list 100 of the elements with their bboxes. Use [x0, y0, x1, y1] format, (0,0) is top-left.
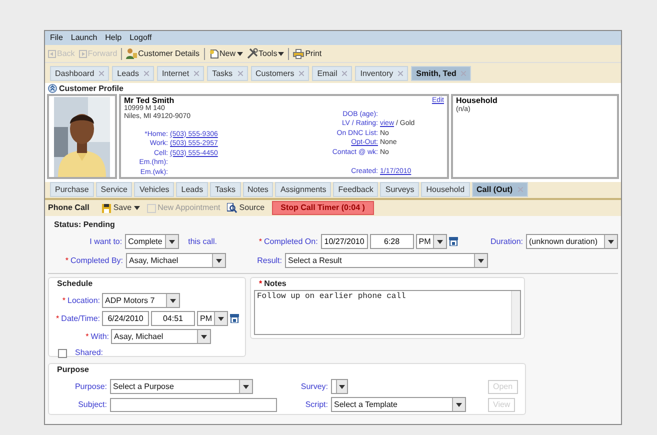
close-icon[interactable]	[144, 71, 149, 76]
printer-icon	[293, 48, 304, 58]
calendar-icon	[146, 204, 156, 212]
field-label: * Completed By:	[64, 254, 123, 266]
subject-field[interactable]	[110, 398, 277, 412]
field-label: Subject:	[77, 398, 107, 410]
date-field[interactable]: 6/24/2010	[102, 311, 149, 326]
time-field[interactable]: 04:51	[151, 311, 195, 326]
close-icon[interactable]	[238, 71, 243, 76]
menu-item[interactable]: Logoff	[130, 32, 152, 44]
dropdown[interactable]: Asay, Michael	[126, 253, 226, 268]
caret-icon	[218, 316, 224, 320]
caret-icon	[436, 240, 443, 244]
field-suffix: this call.	[188, 236, 218, 248]
tab[interactable]: Tasks	[210, 182, 241, 197]
menu-button[interactable]: New	[208, 48, 243, 60]
caret-icon	[170, 298, 176, 302]
tab[interactable]: Notes	[242, 182, 274, 197]
toolbar-button[interactable]: Customer Details	[126, 48, 200, 60]
caret-icon	[243, 384, 249, 388]
dropdown[interactable]: Select a Template	[331, 397, 466, 412]
section-title: Customer Profile	[59, 82, 124, 94]
caret-icon	[134, 206, 140, 210]
field-label: Shared:	[75, 347, 104, 359]
document-icon	[208, 48, 218, 58]
tab[interactable]: Call (Out)	[472, 182, 528, 197]
magnifier-icon	[227, 203, 238, 213]
dropdown[interactable]: (unknown duration)	[526, 234, 618, 249]
household-title: Household	[456, 96, 498, 105]
dropdown[interactable]: Select a Purpose	[110, 379, 253, 394]
tools-icon	[246, 48, 258, 59]
tab[interactable]: Dashboard	[50, 66, 110, 81]
field-label: * Location:	[61, 294, 100, 306]
tab[interactable]: Internet	[156, 66, 204, 81]
field-label: Survey:	[300, 380, 328, 392]
tab[interactable]: Customers	[250, 66, 310, 81]
close-icon[interactable]	[461, 71, 466, 76]
scrollbar[interactable]	[511, 291, 520, 334]
field-label: I want to:	[88, 236, 122, 248]
menu-item[interactable]: File	[50, 32, 63, 44]
calendar-icon[interactable]	[230, 314, 239, 323]
tab[interactable]: Tasks	[207, 66, 248, 81]
tab[interactable]: Inventory	[355, 66, 408, 81]
status-title: Status: Pending	[54, 219, 116, 231]
close-icon[interactable]	[99, 71, 104, 76]
close-icon[interactable]	[398, 71, 404, 76]
caret-icon	[169, 240, 176, 244]
tab[interactable]: Feedback	[333, 182, 378, 197]
dropdown[interactable]: Select a Result	[285, 253, 488, 268]
collapse-icon[interactable]	[48, 84, 57, 93]
tab[interactable]: Surveys	[380, 182, 420, 197]
toolbar-button[interactable]: Print	[293, 48, 322, 60]
close-icon[interactable]	[299, 71, 304, 76]
ampm-dropdown[interactable]: PM	[416, 234, 447, 249]
group-title: Schedule	[57, 278, 94, 290]
customer-name: Mr Ted Smith	[124, 96, 176, 105]
menu-item[interactable]: Help	[105, 32, 122, 44]
tab[interactable]: Email	[312, 66, 352, 81]
dropdown[interactable]: ADP Motors 7	[102, 293, 180, 308]
tab[interactable]: Assignments	[275, 182, 332, 197]
field-label: Result:	[256, 254, 282, 266]
caret-icon	[456, 402, 462, 406]
tab[interactable]: Purchase	[50, 182, 94, 197]
field-label: * With:	[84, 330, 109, 342]
notes-field[interactable]: Follow up on earlier phone call	[254, 290, 521, 335]
person-icon	[126, 48, 138, 59]
group-title: Purpose	[57, 364, 90, 376]
dropdown[interactable]: Complete	[125, 234, 180, 249]
menu-button[interactable]: Tools	[246, 48, 284, 60]
tab[interactable]: Smith, Ted	[411, 66, 472, 81]
caret-icon	[216, 258, 222, 262]
time-field[interactable]: 6:28	[370, 234, 414, 249]
tab[interactable]: Leads	[112, 66, 154, 81]
field-label: Duration:	[490, 236, 523, 248]
close-icon[interactable]	[342, 71, 348, 76]
tab[interactable]: Service	[96, 182, 132, 197]
field-label: Purpose:	[74, 380, 107, 392]
menu-item[interactable]: Launch	[70, 32, 98, 44]
group-title: * Notes	[259, 278, 288, 290]
field-label: * Completed On:	[258, 236, 318, 248]
close-icon[interactable]	[194, 71, 200, 76]
shared-checkbox[interactable]	[58, 348, 67, 358]
caret-icon	[478, 258, 484, 262]
tab[interactable]: Household	[421, 182, 470, 197]
back-arrow-icon	[48, 50, 56, 58]
dropdown[interactable]: Asay, Michael	[111, 329, 211, 344]
dropdown[interactable]	[331, 379, 348, 394]
ampm-dropdown[interactable]: PM	[197, 311, 228, 326]
close-icon[interactable]	[518, 187, 523, 192]
caret-icon	[339, 384, 345, 388]
field-label: Script:	[304, 398, 328, 410]
tab[interactable]: Vehicles	[134, 182, 174, 197]
tab[interactable]: Leads	[176, 182, 208, 197]
date-field[interactable]: 10/27/2010	[320, 234, 368, 249]
toolbar-button[interactable]: Source	[227, 202, 265, 214]
calendar-icon[interactable]	[448, 237, 458, 246]
caret-icon	[236, 52, 243, 56]
forward-arrow-icon	[78, 50, 87, 58]
menu-button[interactable]: Save	[102, 202, 140, 214]
caret-icon	[201, 334, 207, 338]
